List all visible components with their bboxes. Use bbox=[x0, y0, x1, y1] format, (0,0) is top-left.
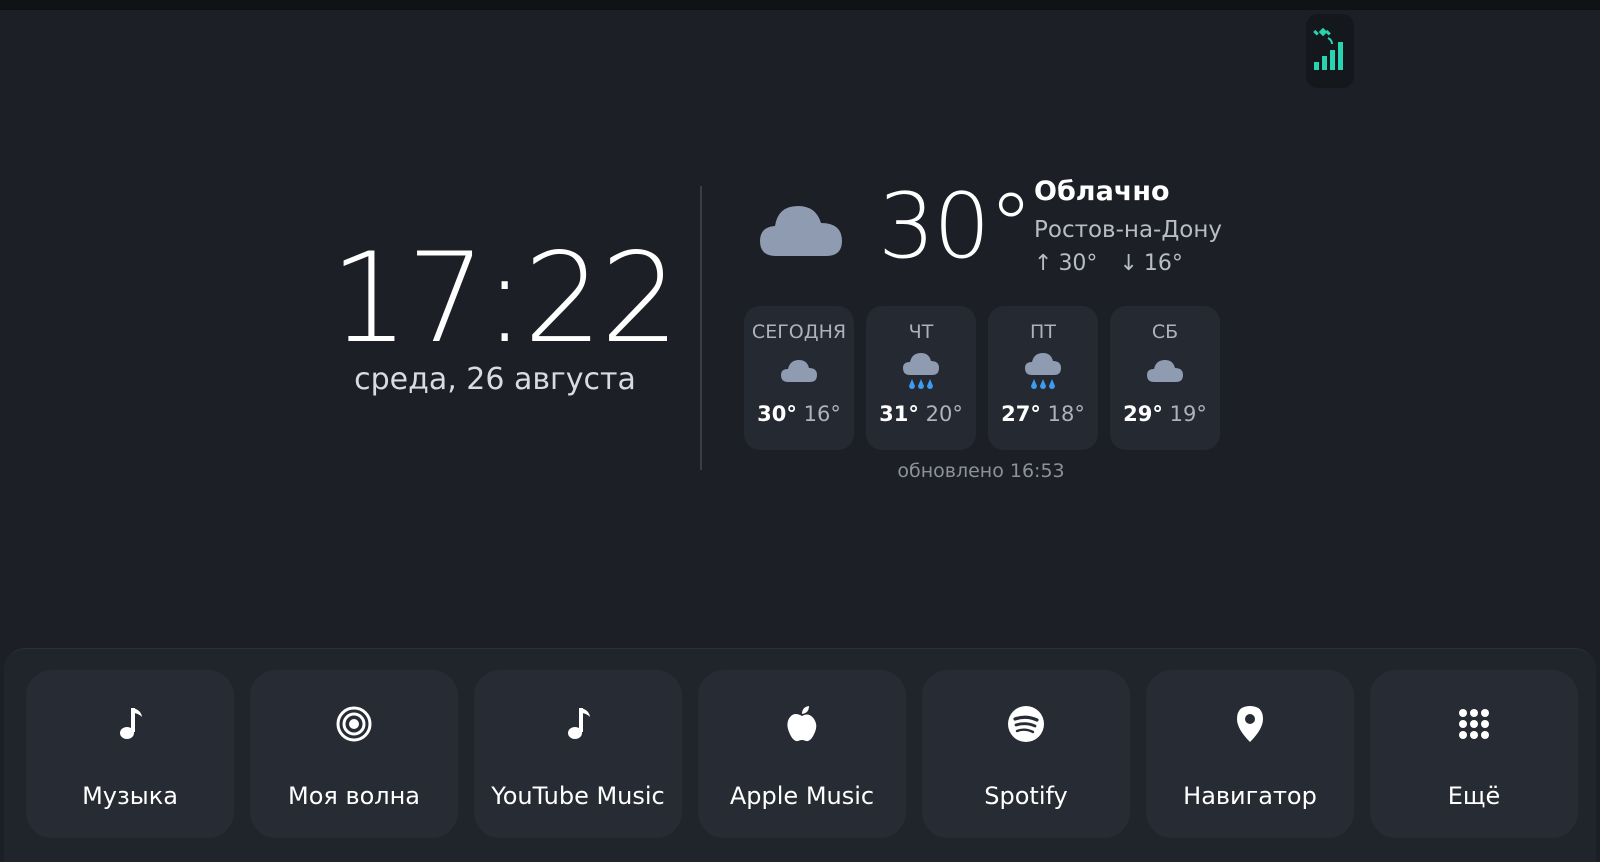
updated-time: обновлено 16:53 bbox=[897, 460, 1065, 482]
divider bbox=[700, 186, 702, 470]
forecast-temps: 27° 18° bbox=[988, 400, 1098, 428]
low-temp-value: 16° bbox=[1143, 251, 1183, 276]
clock-date: среда, 26 августа bbox=[354, 362, 636, 397]
dock-item-label: Apple Music bbox=[729, 782, 875, 810]
forecast-low: 18° bbox=[1047, 402, 1085, 426]
arrow-down-icon: ↓ bbox=[1119, 251, 1138, 276]
music-note-icon bbox=[106, 700, 154, 748]
spotify-icon bbox=[1002, 700, 1050, 748]
forecast-day-fri: ПТ 27° 18° bbox=[988, 306, 1098, 450]
forecast-day-name: СЕГОДНЯ bbox=[751, 321, 847, 343]
low-temp: ↓ 16° bbox=[1119, 249, 1182, 279]
forecast-low: 19° bbox=[1169, 402, 1207, 426]
forecast-low: 20° bbox=[925, 402, 963, 426]
forecast-day-thu: ЧТ 31° 20° bbox=[866, 306, 976, 450]
signal-icon bbox=[1313, 27, 1343, 70]
dock-item-label: Ещё bbox=[1447, 782, 1501, 810]
high-temp-value: 30° bbox=[1058, 251, 1098, 276]
forecast-high: 29° bbox=[1123, 402, 1163, 426]
forecast-day-name: ЧТ bbox=[908, 321, 934, 343]
rain-cloud-icon bbox=[866, 346, 976, 396]
forecast-day-name: ПТ bbox=[1030, 321, 1056, 343]
music-note-icon bbox=[554, 700, 602, 748]
dock-item-label: Музыка bbox=[82, 782, 178, 810]
forecast-temps: 29° 19° bbox=[1110, 400, 1220, 428]
dock-item-label: YouTube Music bbox=[491, 782, 665, 810]
dock-item-label: Моя волна bbox=[287, 782, 421, 810]
wave-icon bbox=[330, 700, 378, 748]
app-grid-icon bbox=[1450, 700, 1498, 748]
dock-items: Музыка Моя волна YouTube Music Apple Mus… bbox=[26, 670, 1578, 838]
dock-item-youtube-music[interactable]: YouTube Music bbox=[474, 670, 682, 838]
forecast-temps: 31° 20° bbox=[866, 400, 976, 428]
forecast-high: 30° bbox=[757, 402, 797, 426]
top-bar bbox=[0, 0, 1600, 10]
cloud-icon bbox=[744, 346, 854, 396]
current-condition: Облачно bbox=[1034, 176, 1170, 207]
forecast-day-sat: СБ 29° 19° bbox=[1110, 306, 1220, 450]
forecast-day-today: СЕГОДНЯ 30° 16° bbox=[744, 306, 854, 450]
forecast-high: 31° bbox=[879, 402, 919, 426]
forecast-day-name: СБ bbox=[1151, 321, 1179, 343]
city-name: Ростов-на-Дону bbox=[1034, 217, 1223, 243]
clock-time: 17:22 bbox=[330, 227, 679, 371]
current-temperature: 30° bbox=[878, 174, 1034, 279]
forecast-list: СЕГОДНЯ 30° 16° ЧТ 31° 20° ПТ 27° 18° СБ… bbox=[744, 306, 1220, 450]
dock-item-music[interactable]: Музыка bbox=[26, 670, 234, 838]
dock-item-my-wave[interactable]: Моя волна bbox=[250, 670, 458, 838]
clock-widget: 17:22 среда, 26 августа bbox=[330, 227, 679, 400]
arrow-up-icon: ↑ bbox=[1034, 251, 1053, 276]
forecast-temps: 30° 16° bbox=[744, 400, 854, 428]
dock-item-label: Навигатор bbox=[1183, 782, 1317, 810]
rain-cloud-icon bbox=[988, 346, 1098, 396]
location-pin-icon bbox=[1226, 700, 1274, 748]
cloud-icon bbox=[758, 198, 844, 264]
dock-item-apple-music[interactable]: Apple Music bbox=[698, 670, 906, 838]
forecast-high: 27° bbox=[1001, 402, 1041, 426]
dock-item-label: Spotify bbox=[984, 782, 1068, 810]
forecast-low: 16° bbox=[803, 402, 841, 426]
temperature-range: ↑ 30° ↓ 16° bbox=[1034, 249, 1183, 279]
dock-item-more[interactable]: Ещё bbox=[1370, 670, 1578, 838]
dock-item-navigator[interactable]: Навигатор bbox=[1146, 670, 1354, 838]
apple-icon bbox=[778, 700, 826, 748]
cloud-icon bbox=[1110, 346, 1220, 396]
dock-item-spotify[interactable]: Spotify bbox=[922, 670, 1130, 838]
high-temp: ↑ 30° bbox=[1034, 249, 1097, 279]
signal-status bbox=[1306, 14, 1354, 88]
